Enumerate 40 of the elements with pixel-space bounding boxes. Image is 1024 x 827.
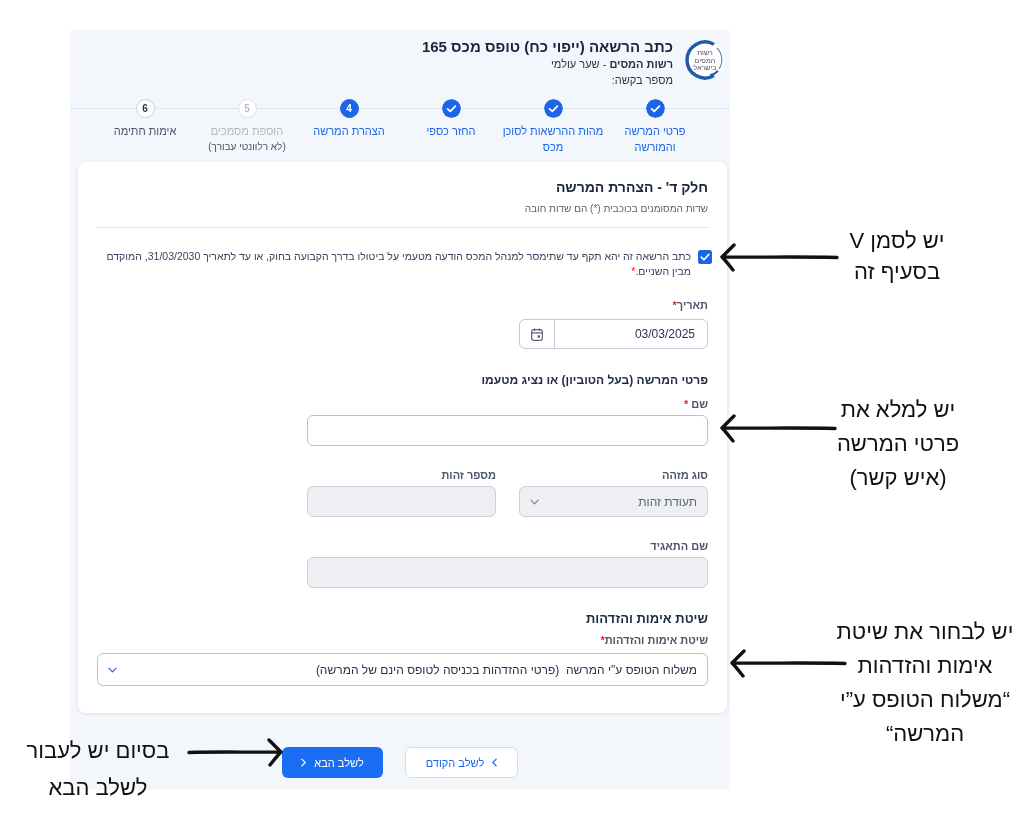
chevron-right-icon — [301, 758, 307, 767]
section-title: חלק ד' - הצהרת המרשה — [554, 178, 708, 197]
chevron-left-icon — [492, 758, 498, 767]
form-title: כתב הרשאה (ייפוי כח) טופס מכס 165 — [421, 38, 673, 56]
step-label: הוספת מסמכים — [210, 124, 284, 139]
field-label: שם * — [682, 397, 708, 411]
step-number: 4 — [339, 99, 359, 118]
required-fields-note: שדות המסומנים בכוכבית (*) הם שדות חובה — [523, 202, 708, 216]
step-label: החזר כספי — [426, 124, 476, 139]
input-field[interactable] — [307, 415, 708, 446]
field-label: מספר זהות — [440, 468, 496, 482]
date-field[interactable]: 03/03/2025 — [519, 319, 708, 349]
annotation-text: יש למלא את פרטי המרשה (איש קשר) — [836, 396, 960, 492]
step-number: 6 — [135, 99, 155, 118]
back-button[interactable]: לשלב הקודם — [405, 747, 518, 778]
chevron-down-icon — [108, 666, 117, 673]
step-label: הצהרת המרשה — [313, 124, 385, 139]
annotation-text: יש לבחור את שיטת אימות והזדהות “משלוח הטופס ע”י המרשה“ — [836, 618, 1014, 748]
declaration-text: כתב הרשאה זה יהא תקף עד שתימסר למנהל המכס הודעה מטעמי על ביטולו בדרך הקבועה בחוק, או עד לתאריך 31/03/2030, המוקדם מבין השניים.* — [105, 249, 691, 279]
annotation-text: יש לסמן V בסעיף זה — [849, 227, 945, 286]
step-label: מהות ההרשאות לסוכן מכס — [502, 124, 604, 155]
form-subtitle: רשות המסים - שער עולמי — [550, 57, 673, 72]
step-label: פרטי המרשה והמורשה — [624, 124, 686, 155]
step-note: (לא רלוונטי עבורך) — [208, 140, 286, 154]
step-label: אימות חתימה — [113, 124, 177, 139]
chevron-down-icon — [530, 498, 539, 505]
checkbox[interactable] — [698, 250, 712, 264]
step-number: 5 — [237, 99, 257, 118]
field-label: שם התאגיד — [649, 539, 708, 553]
section-heading: שיטת אימות והזדהות — [584, 611, 708, 627]
calendar-icon — [531, 327, 543, 341]
section-heading: פרטי המרשה (בעל הטוביון) או נציג מטעמו — [480, 372, 708, 388]
emblem-ring-icon — [685, 40, 725, 80]
field-label: שיטת אימות והזדהות* — [599, 633, 708, 647]
request-number-label: מספר בקשה: — [610, 73, 673, 88]
annotation-text: בסיום יש לעבור לשלב הבא — [26, 737, 170, 802]
next-button[interactable]: לשלב הבא — [282, 747, 383, 778]
dropdown-field[interactable]: משלוח הטופס ע"י המרשה (פרטי ההזדהות בכניסה לטופס הינם של המרשה) — [97, 653, 708, 686]
field-label: תאריך* — [671, 298, 708, 312]
field-label: סוג מזהה — [661, 468, 708, 482]
